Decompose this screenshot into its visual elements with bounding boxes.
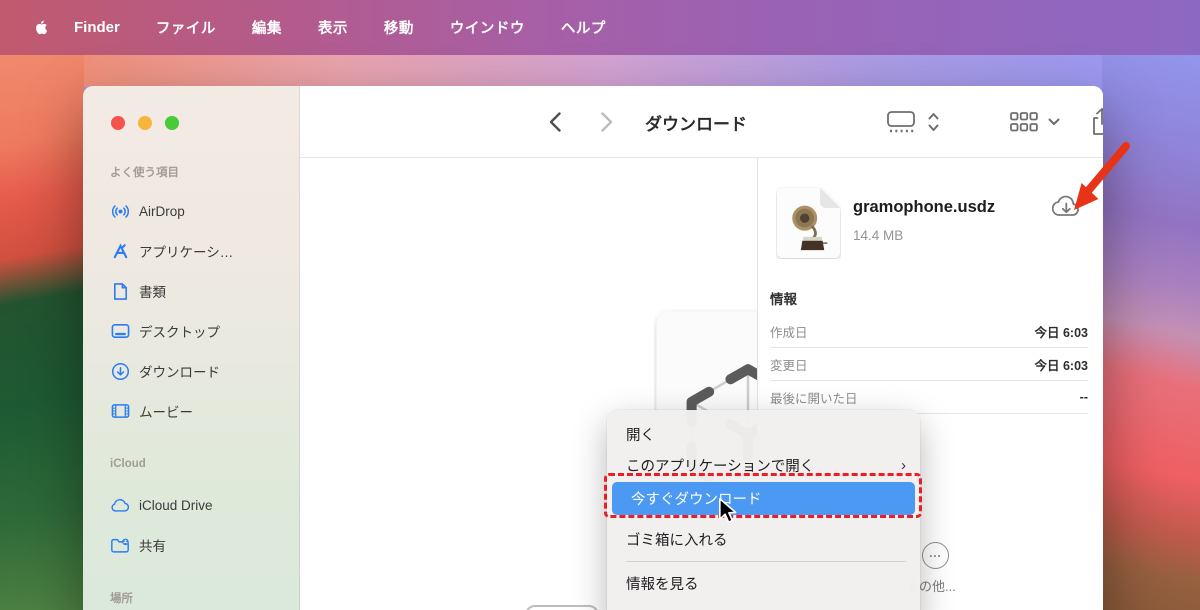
sidebar-item-label: iCloud Drive [139,497,213,513]
sidebar-item-shared[interactable]: 共有 [83,525,299,565]
mouse-cursor [716,497,740,525]
movies-icon [110,401,130,421]
sidebar-item-applications[interactable]: アプリケーシ… [83,231,299,271]
window-title: ダウンロード [645,114,747,134]
icloud-drive-icon [110,495,130,515]
finder-window: よく使う項目 AirDrop アプリケーシ… 書類 デスクトップ ダウンロード … [83,86,1103,610]
desktop-icon [110,321,130,341]
sidebar: よく使う項目 AirDrop アプリケーシ… 書類 デスクトップ ダウンロード … [83,86,300,610]
menubar-item-edit[interactable]: 編集 [252,17,282,38]
menu-item-open[interactable]: 開く [607,419,920,450]
sidebar-item-label: ムービー [139,405,193,420]
desktop-wallpaper-top [84,55,1102,87]
view-mode-button[interactable] [886,86,916,158]
menu-item-get-info[interactable]: 情報を見る [607,568,920,599]
sidebar-header-favorites: よく使う項目 [110,167,179,179]
info-row-modified: 変更日 今日 6:03 [770,348,1088,381]
sidebar-item-label: 書類 [139,285,166,300]
sidebar-item-label: AirDrop [139,203,185,219]
applications-icon [110,241,130,261]
sidebar-item-airdrop[interactable]: AirDrop [83,191,299,231]
apple-icon[interactable] [30,16,50,40]
menubar-item-go[interactable]: 移動 [384,17,414,38]
file-thumbnail[interactable] [776,187,841,259]
group-button[interactable] [1009,86,1039,158]
forward-button[interactable] [600,86,614,158]
info-rows: 作成日 今日 6:03 変更日 今日 6:03 最後に開いた日 -- [770,315,1088,414]
shared-folder-icon [110,535,130,555]
view-mode-chevrons-icon[interactable] [927,86,940,158]
menu-item-move-to-trash[interactable]: ゴミ箱に入れる [607,524,920,555]
menubar-item-file[interactable]: ファイル [156,17,216,38]
close-button[interactable] [111,116,125,130]
info-row-created: 作成日 今日 6:03 [770,315,1088,348]
sidebar-item-label: アプリケーシ… [139,245,234,260]
sidebar-item-downloads[interactable]: ダウンロード [83,351,299,391]
more-ellipsis-button[interactable]: … [922,542,949,569]
gallery-strip-thumbnail[interactable] [525,605,599,610]
menubar-app-name[interactable]: Finder [74,19,120,36]
red-dashed-highlight [604,473,922,518]
sidebar-header-locations: 場所 [110,593,133,605]
red-arrow-annotation [1040,132,1140,222]
sidebar-item-label: 共有 [139,539,166,554]
menubar-item-view[interactable]: 表示 [318,17,348,38]
minimize-button[interactable] [138,116,152,130]
info-section-header: 情報 [770,292,797,307]
menubar-item-help[interactable]: ヘルプ [561,17,606,38]
toolbar: ダウンロード [300,86,1103,158]
submenu-chevron-icon: › [901,457,906,474]
sidebar-header-icloud: iCloud [110,458,146,470]
sidebar-item-movies[interactable]: ムービー [83,391,299,431]
zoom-button[interactable] [165,116,179,130]
menubar-item-window[interactable]: ウインドウ [450,17,525,38]
sidebar-item-label: ダウンロード [139,365,220,380]
menu-divider [626,561,906,562]
documents-icon [110,281,130,301]
window-controls [111,116,179,130]
file-name: gramophone.usdz [853,198,996,216]
sidebar-item-label: デスクトップ [139,325,220,340]
sidebar-item-documents[interactable]: 書類 [83,271,299,311]
file-size: 14.4 MB [853,228,904,243]
sidebar-item-desktop[interactable]: デスクトップ [83,311,299,351]
sidebar-item-icloud-drive[interactable]: iCloud Drive [83,485,299,525]
menu-bar: Finder ファイル 編集 表示 移動 ウインドウ ヘルプ [0,0,1200,55]
airdrop-icon [110,201,130,221]
desktop-wallpaper-left [0,55,84,610]
downloads-icon [110,361,130,381]
back-button[interactable] [548,86,562,158]
